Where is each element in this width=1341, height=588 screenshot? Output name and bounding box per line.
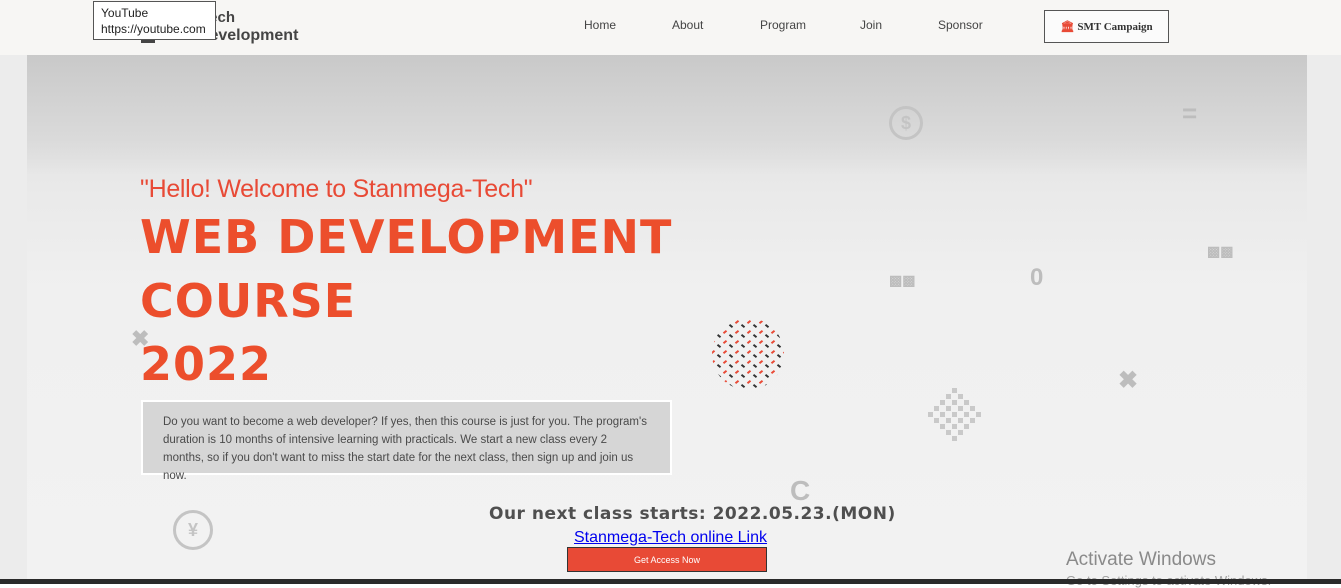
welcome-heading: "Hello! Welcome to Stanmega-Tech" — [140, 175, 533, 203]
course-title-line2: COURSE — [140, 274, 357, 328]
hero-photo-backdrop — [27, 55, 1307, 175]
get-access-button[interactable]: Get Access Now — [567, 547, 767, 572]
taskbar-edge — [0, 579, 1341, 584]
pixel-dots-icon: ▩▩ — [1207, 243, 1234, 259]
nav-about[interactable]: About — [672, 18, 703, 32]
page-background-left — [0, 55, 27, 580]
smt-campaign-label: SMT Campaign — [1077, 20, 1153, 33]
course-title-line1: WEB DEVELOPMENT — [140, 210, 673, 264]
zero-icon: 0 — [1030, 264, 1044, 291]
page-background-right — [1307, 55, 1341, 580]
tooltip-url: https://youtube.com — [101, 22, 206, 36]
course-title-line3: 2022 — [140, 337, 273, 391]
nav-home[interactable]: Home — [584, 18, 616, 32]
next-class-date: Our next class starts: 2022.05.23.(MON) — [489, 504, 896, 524]
activate-windows-watermark: Activate Windows — [1066, 549, 1216, 570]
course-description: Do you want to become a web developer? I… — [141, 400, 672, 482]
cent-icon: C — [790, 475, 811, 506]
dollar-coin-icon: $ — [889, 106, 923, 140]
nav-sponsor[interactable]: Sponsor — [938, 18, 983, 32]
equals-icon: = — [1182, 98, 1198, 128]
bank-icon: 🏛 — [1060, 21, 1075, 33]
yen-coin-icon: ¥ — [173, 510, 213, 550]
tooltip-title: YouTube — [101, 6, 149, 20]
link-tooltip: YouTube https://youtube.com — [93, 1, 216, 40]
online-link[interactable]: Stanmega-Tech online Link — [574, 529, 767, 547]
dotted-diamond-icon — [928, 388, 981, 441]
pattern-circle-icon — [712, 319, 784, 389]
smt-campaign-button[interactable]: 🏛 SMT Campaign — [1044, 10, 1169, 43]
nav-join[interactable]: Join — [860, 18, 882, 32]
nav-program[interactable]: Program — [760, 18, 806, 32]
pixel-dots-icon: ▩▩ — [889, 272, 916, 288]
close-x-icon: ✖ — [1118, 367, 1139, 394]
